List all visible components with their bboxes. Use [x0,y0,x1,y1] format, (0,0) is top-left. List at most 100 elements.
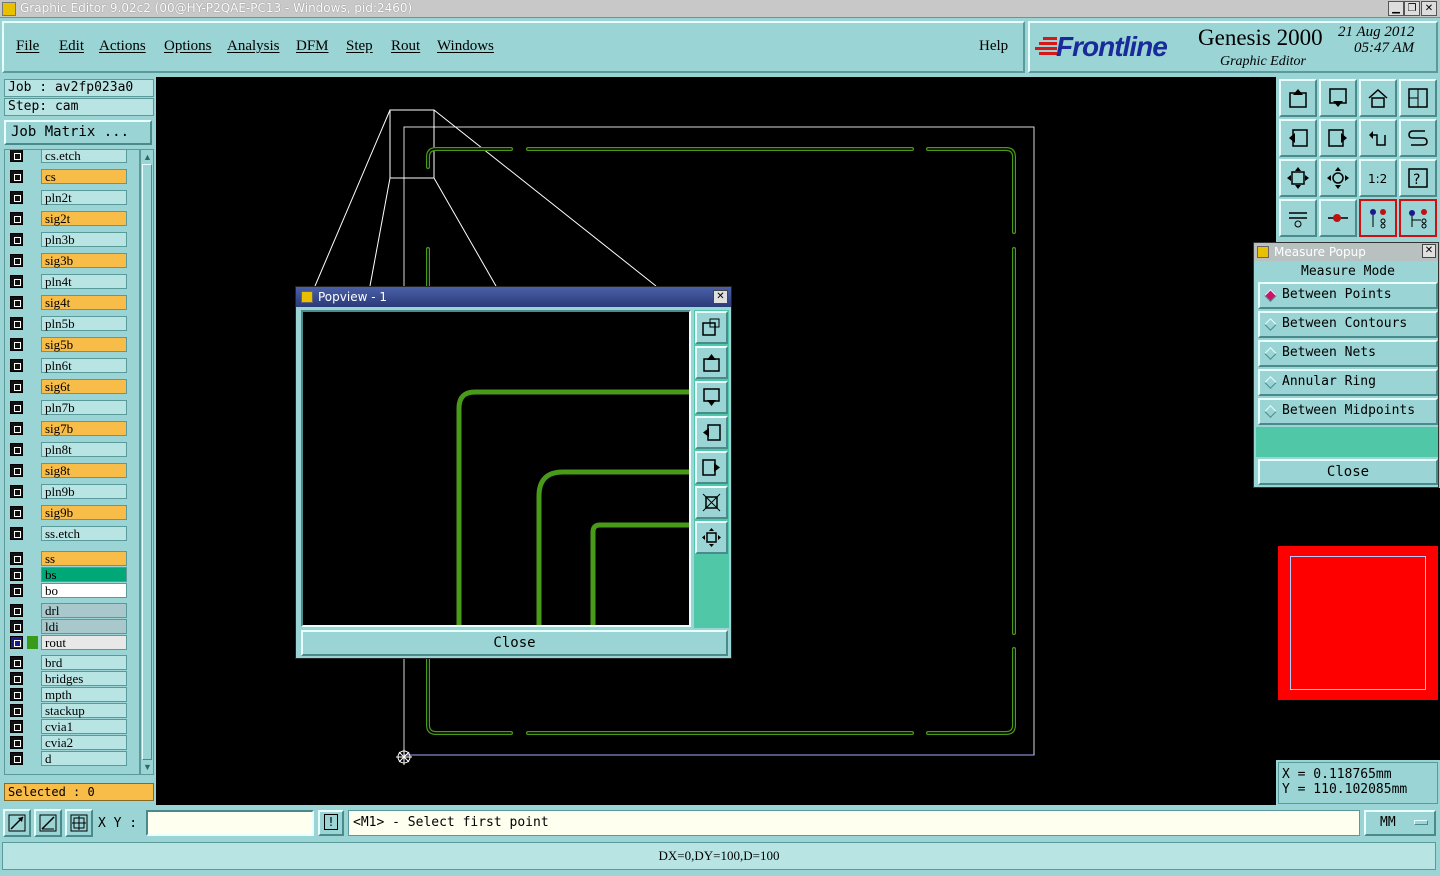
scroll-up-icon[interactable]: ▲ [142,151,153,163]
tools-settings-button[interactable] [1279,199,1317,237]
measure-option-between-points[interactable]: Between Points [1258,282,1438,309]
close-icon[interactable]: ✕ [713,290,728,304]
layer-row[interactable]: drl [5,603,139,619]
layer-row[interactable]: sig5b [5,337,139,353]
layer-checkbox-icon[interactable] [10,464,23,477]
popview-pan-down-button[interactable] [695,381,728,414]
layer-row[interactable]: pln5b [5,316,139,332]
layer-row[interactable]: bridges [5,671,139,687]
layer-name[interactable]: ss [41,551,127,566]
layer-checkbox-icon[interactable] [10,443,23,456]
scroll-thumb[interactable] [142,164,152,760]
layer-name[interactable]: sig3b [41,253,127,268]
layer-checkbox-icon[interactable] [10,296,23,309]
menu-windows[interactable]: Windows [437,38,494,55]
layer-row[interactable]: sig8t [5,463,139,479]
menu-help[interactable]: Help [979,38,1008,55]
layer-row[interactable]: pln8t [5,442,139,458]
pan-left-button[interactable] [1279,119,1317,157]
layer-checkbox-icon[interactable] [10,720,23,733]
layer-row[interactable]: d [5,751,139,767]
layer-name[interactable]: ss.etch [41,526,127,541]
layer-name[interactable]: stackup [41,703,127,718]
grid-mode-icon[interactable] [65,809,93,837]
layer-name[interactable]: pln2t [41,190,127,205]
zoom-center-button[interactable] [1319,159,1357,197]
layer-row[interactable]: ldi [5,619,139,635]
layer-row[interactable]: ss.etch [5,526,139,542]
pan-right-button[interactable] [1319,119,1357,157]
probe-button[interactable] [1319,199,1357,237]
layer-name[interactable]: bs [41,567,127,582]
layer-checkbox-icon[interactable] [10,254,23,267]
menu-dfm[interactable]: DFM [296,38,329,55]
scroll-down-icon[interactable]: ▼ [142,761,153,773]
layer-row[interactable]: cs [5,169,139,185]
close-icon[interactable]: ✕ [1422,244,1436,258]
job-matrix-button[interactable]: Job Matrix ... [4,120,152,145]
layer-row[interactable]: ss [5,551,139,567]
layer-name[interactable]: pln4t [41,274,127,289]
swap-view-button[interactable] [1399,119,1437,157]
layer-name[interactable]: pln8t [41,442,127,457]
layer-scrollbar[interactable]: ▲ ▼ [140,149,154,775]
net-connect-button[interactable] [1399,199,1437,237]
snap-mode-icon[interactable] [3,809,31,837]
layer-checkbox-icon[interactable] [10,150,23,162]
layer-row[interactable]: pln7b [5,400,139,416]
zoom-1to2-button[interactable]: 1:2 [1359,159,1397,197]
layer-name[interactable]: pln5b [41,316,127,331]
layer-row[interactable]: bs [5,567,139,583]
layer-name[interactable]: sig4t [41,295,127,310]
popview-canvas[interactable] [301,310,691,627]
layer-checkbox-icon[interactable] [10,317,23,330]
layer-row[interactable]: stackup [5,703,139,719]
angle-mode-icon[interactable] [34,809,62,837]
layer-name[interactable]: cs.etch [41,150,127,163]
layer-name[interactable]: mpth [41,687,127,702]
home-view-button[interactable] [1359,79,1397,117]
menu-analysis[interactable]: Analysis [227,38,280,55]
minimap[interactable] [1278,546,1438,700]
layer-row[interactable]: cs.etch [5,150,139,164]
close-window-button[interactable]: ✕ [1421,1,1437,16]
layer-checkbox-icon[interactable] [10,233,23,246]
layer-checkbox-icon[interactable] [10,552,23,565]
layer-name[interactable]: sig8t [41,463,127,478]
layer-name[interactable]: bridges [41,671,127,686]
layer-checkbox-icon[interactable] [10,736,23,749]
layer-name[interactable]: pln3b [41,232,127,247]
menu-edit[interactable]: Edit [59,38,84,55]
measure-option-annular-ring[interactable]: Annular Ring [1258,369,1438,396]
layer-checkbox-icon[interactable] [10,584,23,597]
layer-name[interactable]: sig7b [41,421,127,436]
layer-checkbox-icon[interactable] [10,672,23,685]
measure-option-between-contours[interactable]: Between Contours [1258,311,1438,338]
layer-row[interactable]: mpth [5,687,139,703]
menu-actions[interactable]: Actions [99,38,146,55]
layer-checkbox-icon[interactable] [10,338,23,351]
help-icon[interactable]: ? [1399,159,1437,197]
maximize-button[interactable]: ❐ [1404,1,1420,16]
layer-checkbox-icon[interactable] [10,620,23,633]
layer-row[interactable]: sig9b [5,505,139,521]
layer-row[interactable]: bo [5,583,139,599]
split-view-button[interactable] [1399,79,1437,117]
popview-zoom-in-button[interactable] [695,311,728,344]
layer-name[interactable]: brd [41,655,127,670]
layer-checkbox-icon[interactable] [10,275,23,288]
layer-checkbox-icon[interactable] [10,359,23,372]
layer-checkbox-icon[interactable] [10,704,23,717]
layer-name[interactable]: sig2t [41,211,127,226]
layer-checkbox-icon[interactable] [10,752,23,765]
menu-options[interactable]: Options [164,38,212,55]
layer-name[interactable]: cs [41,169,127,184]
layer-name[interactable]: pln9b [41,484,127,499]
layer-checkbox-icon[interactable] [10,636,23,649]
measure-option-between-midpoints[interactable]: Between Midpoints [1258,398,1438,425]
layer-name[interactable]: cvia1 [41,719,127,734]
popview-pan-left-button[interactable] [695,416,728,449]
layer-row[interactable]: sig6t [5,379,139,395]
layer-checkbox-icon[interactable] [10,568,23,581]
layer-name[interactable]: sig5b [41,337,127,352]
